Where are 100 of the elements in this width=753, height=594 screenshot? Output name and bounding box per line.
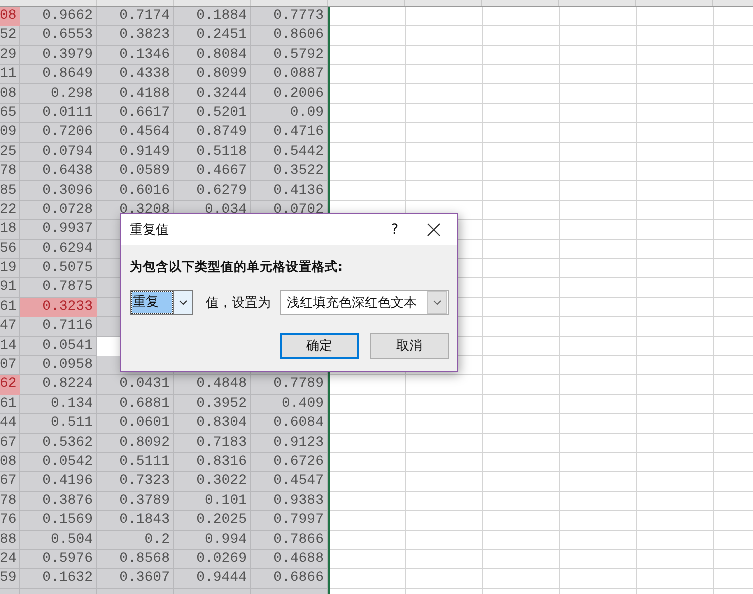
table-cell-text: 29 (0, 46, 18, 65)
table-cell-text: 0.0728 (42, 200, 94, 220)
table-cell-text: 0.1346 (118, 46, 171, 65)
table-cell-text: 0.7174 (118, 7, 171, 26)
table-cell-text: 44 (0, 414, 18, 434)
table-cell-text: 0.6016 (118, 182, 171, 201)
table-cell-text: 0.0269 (196, 550, 248, 569)
table-cell-text: 08 (0, 452, 18, 472)
table-cell-text: 0.9662 (42, 7, 94, 26)
table-cell-text: 0.8092 (118, 434, 171, 453)
table-cell-text: 0.0887 (272, 65, 325, 84)
table-cell-text: 88 (0, 530, 18, 550)
table-cell-text: 0.6294 (42, 240, 94, 259)
table-cell-text: 0.1843 (118, 511, 171, 530)
table-cell-text: 61 (0, 298, 18, 317)
table-cell-text: 0.2 (144, 530, 171, 550)
table-cell-text: 0.134 (50, 394, 94, 414)
table-cell-text: 0.298 (50, 84, 94, 104)
table-cell-text: 22 (0, 200, 18, 220)
table-cell: 0.3233 (20, 298, 97, 318)
cancel-button[interactable]: 取消 (370, 333, 449, 359)
table-cell-text: 0.7997 (272, 511, 325, 530)
table-cell-text: 0.1569 (42, 511, 94, 530)
table-cell-text: 0.7116 (42, 317, 94, 336)
table-cell-text: 0.9383 (272, 492, 325, 511)
table-cell-text: 0.5118 (196, 142, 248, 162)
table-cell-text: 09 (0, 123, 18, 142)
table-cell-text: 0.2451 (196, 26, 248, 46)
table-cell-text: 0.3208 (118, 200, 171, 220)
table-cell-text: 0.9149 (118, 142, 171, 162)
dialog-title: 重复值 (130, 222, 170, 238)
table-cell-text: 0.5075 (42, 259, 94, 278)
table-cell-text: 0.2025 (196, 511, 248, 530)
table-cell-text: 14 (0, 336, 18, 356)
table-cell-text: 91 (0, 278, 18, 298)
table-cell-text: 0.0589 (118, 162, 171, 182)
table-cell-text: 0.6866 (272, 569, 325, 588)
table-cell-text: 0.3952 (196, 394, 248, 414)
close-icon[interactable] (427, 222, 441, 236)
value-label: 值，设置为 (206, 294, 271, 312)
table-cell-text: 0.0601 (118, 414, 171, 434)
table-cell-text: 0.8649 (42, 65, 94, 84)
table-cell-text: 0.6617 (118, 104, 171, 123)
ok-button[interactable]: 确定 (280, 333, 359, 359)
table-cell-text: 0.511 (50, 414, 94, 434)
table-cell-text: 0.4716 (272, 123, 325, 142)
table-cell-text: 0.4338 (118, 65, 171, 84)
table-cell-text: 0.3022 (196, 472, 248, 492)
table-cell-text: 0.6438 (42, 162, 94, 182)
table-cell-text: 0.8099 (196, 65, 248, 84)
table-cell-text: 07 (0, 356, 18, 376)
table-cell-text: 0.4136 (272, 182, 325, 201)
table-cell-text: 0.6279 (196, 182, 248, 201)
table-cell-text: 85 (0, 182, 18, 201)
table-cell-text: 0.0702 (272, 200, 325, 220)
table-cell-text: 0.3789 (118, 492, 171, 511)
help-button[interactable]: ? (385, 222, 405, 238)
table-cell-text: 0.5201 (196, 104, 248, 123)
table-cell-text: 47 (0, 317, 18, 336)
type-combo-box[interactable]: 重复 (130, 290, 193, 315)
table-cell-text: 0.6881 (118, 394, 171, 414)
table-cell-text: 0.09 (289, 104, 325, 123)
table-cell-text: 0.6084 (272, 414, 325, 434)
table-cell-text: 78 (0, 162, 18, 182)
table-cell-text: 0.3244 (196, 84, 248, 104)
table-cell-text: 0.8749 (196, 123, 248, 142)
table-cell-text: 0.3096 (42, 182, 94, 201)
table-cell-text: 0.7323 (118, 472, 171, 492)
table-cell-text: 0.7773 (272, 7, 325, 26)
table-cell-text: 61 (0, 394, 18, 414)
table-cell-text: 76 (0, 511, 18, 530)
table-cell-text: 0.5976 (42, 550, 94, 569)
table-cell-text: 0.9444 (196, 569, 248, 588)
table-cell-text: 0.0431 (118, 375, 171, 394)
table-cell-text: 0.0794 (42, 142, 94, 162)
table-cell-text: 0.1632 (42, 569, 94, 588)
table-cell-text: 19 (0, 259, 18, 278)
table-cell-text: 0.5111 (118, 452, 171, 472)
table-cell-text: 0.4564 (118, 123, 171, 142)
table-cell-text: 08 (0, 84, 18, 104)
table-cell-text: 0.7206 (42, 123, 94, 142)
table-cell: 62 (0, 375, 20, 395)
table-cell-text: 0.4196 (42, 472, 94, 492)
table-cell-text: 24 (0, 550, 18, 569)
table-cell-text: 0.8568 (118, 550, 171, 569)
table-cell-text: 0.0541 (42, 336, 94, 356)
format-dropdown[interactable]: 浅红填充色深红色文本 (280, 290, 449, 315)
table-cell-text: 11 (0, 65, 18, 84)
table-cell-text: 25 (0, 142, 18, 162)
table-cell-text: 0.6553 (42, 26, 94, 46)
table-cell-text: 0.4667 (196, 162, 248, 182)
table-cell-text: 0.7875 (42, 278, 94, 298)
table-cell-text: 0.7789 (272, 375, 325, 394)
table-cell-text: 0.034 (204, 200, 248, 220)
table-cell-text: 59 (0, 569, 18, 588)
table-cell-text: 0.8304 (196, 414, 248, 434)
table-cell-text: 0.994 (204, 530, 248, 550)
table-cell-text: 0.7866 (272, 530, 325, 550)
table-cell-text: 0.4688 (272, 550, 325, 569)
dialog-prompt: 为包含以下类型值的单元格设置格式: (130, 259, 344, 276)
